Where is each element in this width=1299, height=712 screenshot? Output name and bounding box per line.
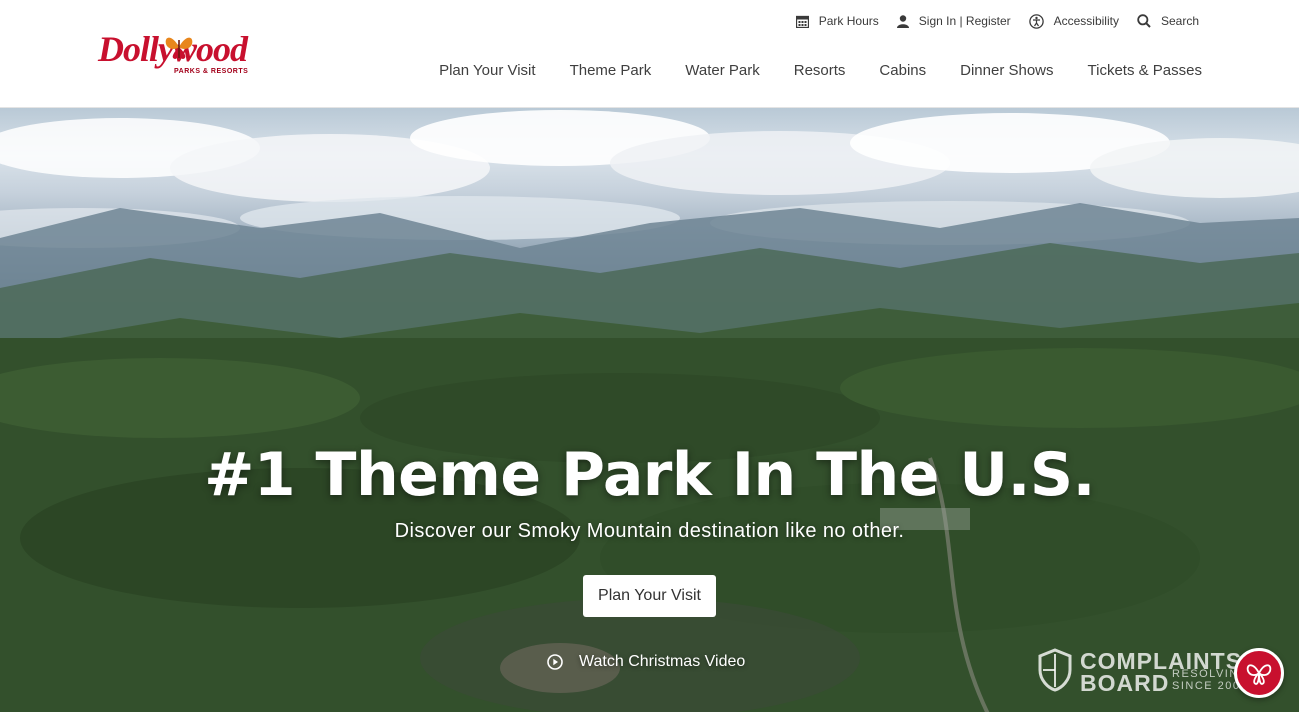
nav-plan-your-visit[interactable]: Plan Your Visit bbox=[439, 62, 535, 79]
shield-icon bbox=[1038, 648, 1072, 692]
sign-in-register-link[interactable]: Sign In | Register bbox=[896, 11, 1011, 31]
sign-in-label: Sign In | Register bbox=[918, 14, 1011, 28]
accessibility-icon bbox=[1028, 13, 1044, 29]
nav-theme-park[interactable]: Theme Park bbox=[570, 62, 652, 79]
butterfly-icon bbox=[1246, 664, 1272, 685]
main-nav: Plan Your Visit Theme Park Water Park Re… bbox=[405, 62, 1202, 79]
plan-your-visit-button[interactable]: Plan Your Visit bbox=[583, 575, 716, 617]
site-header: Dollywood PARKS & RESORTS Park Hours Sig… bbox=[0, 0, 1299, 108]
search-icon bbox=[1137, 14, 1151, 28]
butterfly-logo-icon bbox=[165, 37, 193, 59]
complaints-board-watermark: COMPLAINTS BOARD RESOLVING SINCE 2004 bbox=[1038, 648, 1258, 696]
watermark-line2: BOARD bbox=[1080, 670, 1170, 696]
dollywood-logo[interactable]: Dollywood PARKS & RESORTS bbox=[96, 28, 249, 80]
nav-cabins[interactable]: Cabins bbox=[879, 62, 926, 79]
search-label: Search bbox=[1160, 14, 1199, 28]
utility-nav: Park Hours Sign In | Register Accessibil… bbox=[778, 11, 1199, 31]
nav-resorts[interactable]: Resorts bbox=[794, 62, 846, 79]
user-icon bbox=[896, 14, 909, 28]
nav-water-park[interactable]: Water Park bbox=[685, 62, 759, 79]
watch-video-label: Watch Christmas Video bbox=[579, 653, 746, 670]
nav-tickets-passes[interactable]: Tickets & Passes bbox=[1088, 62, 1202, 79]
play-circle-icon bbox=[547, 654, 563, 670]
park-hours-link[interactable]: Park Hours bbox=[795, 11, 879, 31]
calendar-icon bbox=[795, 15, 809, 28]
accessibility-label: Accessibility bbox=[1053, 14, 1119, 28]
hero-subtitle: Discover our Smoky Mountain destination … bbox=[394, 520, 905, 542]
watch-video-link[interactable]: Watch Christmas Video bbox=[547, 653, 745, 671]
park-hours-label: Park Hours bbox=[818, 14, 879, 28]
accessibility-link[interactable]: Accessibility bbox=[1028, 11, 1119, 31]
nav-dinner-shows[interactable]: Dinner Shows bbox=[960, 62, 1053, 79]
search-link[interactable]: Search bbox=[1137, 11, 1199, 31]
hero-title: #1 Theme Park In The U.S. bbox=[204, 440, 1095, 510]
logo-tagline: PARKS & RESORTS bbox=[174, 68, 249, 75]
hero-section: #1 Theme Park In The U.S. Discover our S… bbox=[0, 108, 1299, 712]
chat-button[interactable] bbox=[1234, 648, 1284, 698]
